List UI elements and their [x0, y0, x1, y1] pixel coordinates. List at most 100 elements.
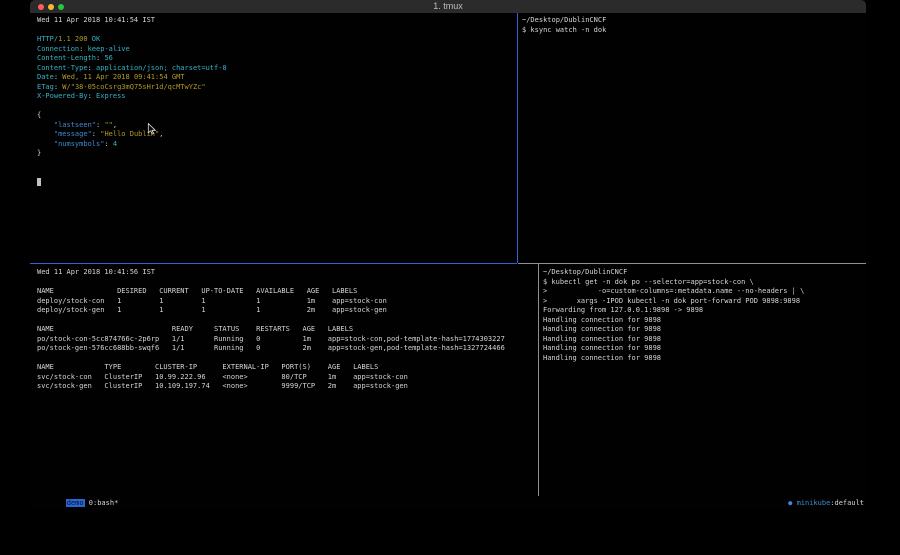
terminal-line: deploy/stock-con 1 1 1 1 1m app=stock-co… [37, 297, 545, 307]
terminal-line: Wed 11 Apr 2018 10:41:54 IST [37, 16, 524, 26]
terminal-line [37, 178, 524, 188]
terminal-line: ~/Desktop/DublinCNCF [522, 16, 870, 26]
text-segment: Handling connection for 9898 [543, 344, 661, 352]
terminal-line: NAME DESIRED CURRENT UP-TO-DATE AVAILABL… [37, 287, 545, 297]
text-segment: : [104, 140, 112, 148]
terminal-cursor [37, 178, 41, 186]
text-segment: application/json; charset=utf-8 [96, 64, 227, 72]
text-segment: $ kubectl get -n dok po --selector=app=s… [543, 278, 754, 286]
text-segment: OK [92, 35, 100, 43]
terminal-line: Handling connection for 9898 [543, 316, 870, 326]
terminal-line [37, 316, 545, 326]
terminal-line: Connection: keep-alive [37, 45, 524, 55]
terminal-line: ETag: W/"38-05coCsrg3mQ75sHr1d/qcMTwYZc" [37, 83, 524, 93]
text-segment: X-Powered-By [37, 92, 88, 100]
text-segment: } [37, 149, 41, 157]
pane-kubectl-get[interactable]: Wed 11 Apr 2018 10:41:56 IST NAME DESIRE… [30, 264, 545, 500]
session-badge: demo [66, 499, 85, 507]
terminal-line: "message": "Hello Dublin", [37, 130, 524, 140]
text-segment: > xargs -IPOD kubectl -n dok port-forwar… [543, 297, 800, 305]
text-segment: "numsymbols" [37, 140, 104, 148]
window-tab[interactable]: 0:bash* [85, 499, 119, 507]
pane-divider-horizontal-right[interactable] [518, 263, 866, 264]
terminal-line: Handling connection for 9898 [543, 335, 870, 345]
k8s-namespace: :default [830, 499, 864, 507]
terminal-line: po/stock-con-5cc874766c-2p6rp 1/1 Runnin… [37, 335, 545, 345]
status-bar: demo 0:bash* ● minikube:default [30, 496, 866, 509]
terminal-line [37, 159, 524, 169]
terminal-line: NAME READY STATUS RESTARTS AGE LABELS [37, 325, 545, 335]
text-segment: Wed, 11 Apr 2018 09:41:54 GMT [62, 73, 184, 81]
text-segment: : [79, 45, 87, 53]
terminal-line: Forwarding from 127.0.0.1:9898 -> 9898 [543, 306, 870, 316]
text-segment: { [37, 111, 41, 119]
text-segment: deploy/stock-gen 1 1 1 1 2m app=stock-ge… [37, 306, 387, 314]
text-segment: NAME DESIRED CURRENT UP-TO-DATE AVAILABL… [37, 287, 357, 295]
text-segment: svc/stock-gen ClusterIP 10.109.197.74 <n… [37, 382, 408, 390]
terminal-line: NAME TYPE CLUSTER-IP EXTERNAL-IP PORT(S)… [37, 363, 545, 373]
text-segment: ~/Desktop/DublinCNCF [543, 268, 627, 276]
pane-http-response[interactable]: Wed 11 Apr 2018 10:41:54 IST HTTP/1.1 20… [30, 13, 524, 266]
text-segment: 56 [104, 54, 112, 62]
status-left: demo 0:bash* [32, 491, 118, 515]
terminal-line: Handling connection for 9898 [543, 354, 870, 364]
terminal-line: Content-Type: application/json; charset=… [37, 64, 524, 74]
text-segment: Content-Length [37, 54, 96, 62]
terminal-line: Content-Length: 56 [37, 54, 524, 64]
terminal-line: Handling connection for 9898 [543, 325, 870, 335]
text-segment: HTTP/ [37, 35, 58, 43]
text-segment: , [113, 121, 117, 129]
kubernetes-icon: ● [788, 499, 796, 507]
text-segment: po/stock-gen-576cc688bb-swqf6 1/1 Runnin… [37, 344, 505, 352]
terminal-line: HTTP/1.1 200 OK [37, 35, 524, 45]
terminal-line [37, 168, 524, 178]
text-segment: "message" [37, 130, 92, 138]
mouse-cursor [146, 123, 156, 136]
terminal-line: > xargs -IPOD kubectl -n dok port-forwar… [543, 297, 870, 307]
terminal-line: Handling connection for 9898 [543, 344, 870, 354]
kubernetes-context: ● minikube:default [754, 491, 864, 515]
terminal-line: $ ksync watch -n dok [522, 26, 870, 36]
text-segment: "" [104, 121, 112, 129]
k8s-cluster: minikube [797, 499, 831, 507]
terminal-line: Wed 11 Apr 2018 10:41:56 IST [37, 268, 545, 278]
text-segment: Forwarding from 127.0.0.1:9898 -> 9898 [543, 306, 703, 314]
terminal-line: svc/stock-con ClusterIP 10.99.222.96 <no… [37, 373, 545, 383]
pane-divider-vertical-bottom[interactable] [538, 264, 539, 496]
text-segment: Handling connection for 9898 [543, 325, 661, 333]
terminal-line: svc/stock-gen ClusterIP 10.109.197.74 <n… [37, 382, 545, 392]
text-segment: W/"38-05coCsrg3mQ75sHr1d/qcMTwYZc" [62, 83, 205, 91]
terminal-line: > -o=custom-columns=:metadata.name --no-… [543, 287, 870, 297]
terminal-line [37, 26, 524, 36]
text-segment: > -o=custom-columns=:metadata.name --no-… [543, 287, 804, 295]
text-segment: keep-alive [88, 45, 130, 53]
text-segment: NAME READY STATUS RESTARTS AGE LABELS [37, 325, 353, 333]
text-segment: ETag [37, 83, 54, 91]
terminal-line: X-Powered-By: Express [37, 92, 524, 102]
terminal-line: "numsymbols": 4 [37, 140, 524, 150]
text-segment: Handling connection for 9898 [543, 335, 661, 343]
text-segment: Content-Type [37, 64, 88, 72]
window-title: 1. tmux [30, 0, 866, 13]
text-segment: Handling connection for 9898 [543, 316, 661, 324]
terminal-line: ~/Desktop/DublinCNCF [543, 268, 870, 278]
terminal-line: Date: Wed, 11 Apr 2018 09:41:54 GMT [37, 73, 524, 83]
text-segment: , [159, 130, 163, 138]
terminal-line [37, 102, 524, 112]
text-segment: po/stock-con-5cc874766c-2p6rp 1/1 Runnin… [37, 335, 505, 343]
pane-divider-vertical-top[interactable] [517, 13, 518, 263]
text-segment: Wed 11 Apr 2018 10:41:54 IST [37, 16, 155, 24]
text-segment: Date [37, 73, 54, 81]
pane-ksync[interactable]: ~/Desktop/DublinCNCF$ ksync watch -n dok [518, 13, 870, 266]
pane-port-forward[interactable]: ~/Desktop/DublinCNCF $ kubectl get -n dok… [539, 264, 870, 500]
terminal-line: $ kubectl get -n dok po --selector=app=s… [543, 278, 870, 288]
title-bar[interactable]: 1. tmux [30, 0, 866, 13]
text-segment: Wed 11 Apr 2018 10:41:56 IST [37, 268, 155, 276]
terminal-line: po/stock-gen-576cc688bb-swqf6 1/1 Runnin… [37, 344, 545, 354]
terminal-line [37, 354, 545, 364]
terminal-line: deploy/stock-gen 1 1 1 1 2m app=stock-ge… [37, 306, 545, 316]
text-segment: : [92, 130, 100, 138]
pane-divider-horizontal-left[interactable] [30, 263, 517, 264]
text-segment: Connection [37, 45, 79, 53]
terminal-window: 1. tmux Wed 11 Apr 2018 10:41:54 IST HTT… [30, 0, 866, 509]
